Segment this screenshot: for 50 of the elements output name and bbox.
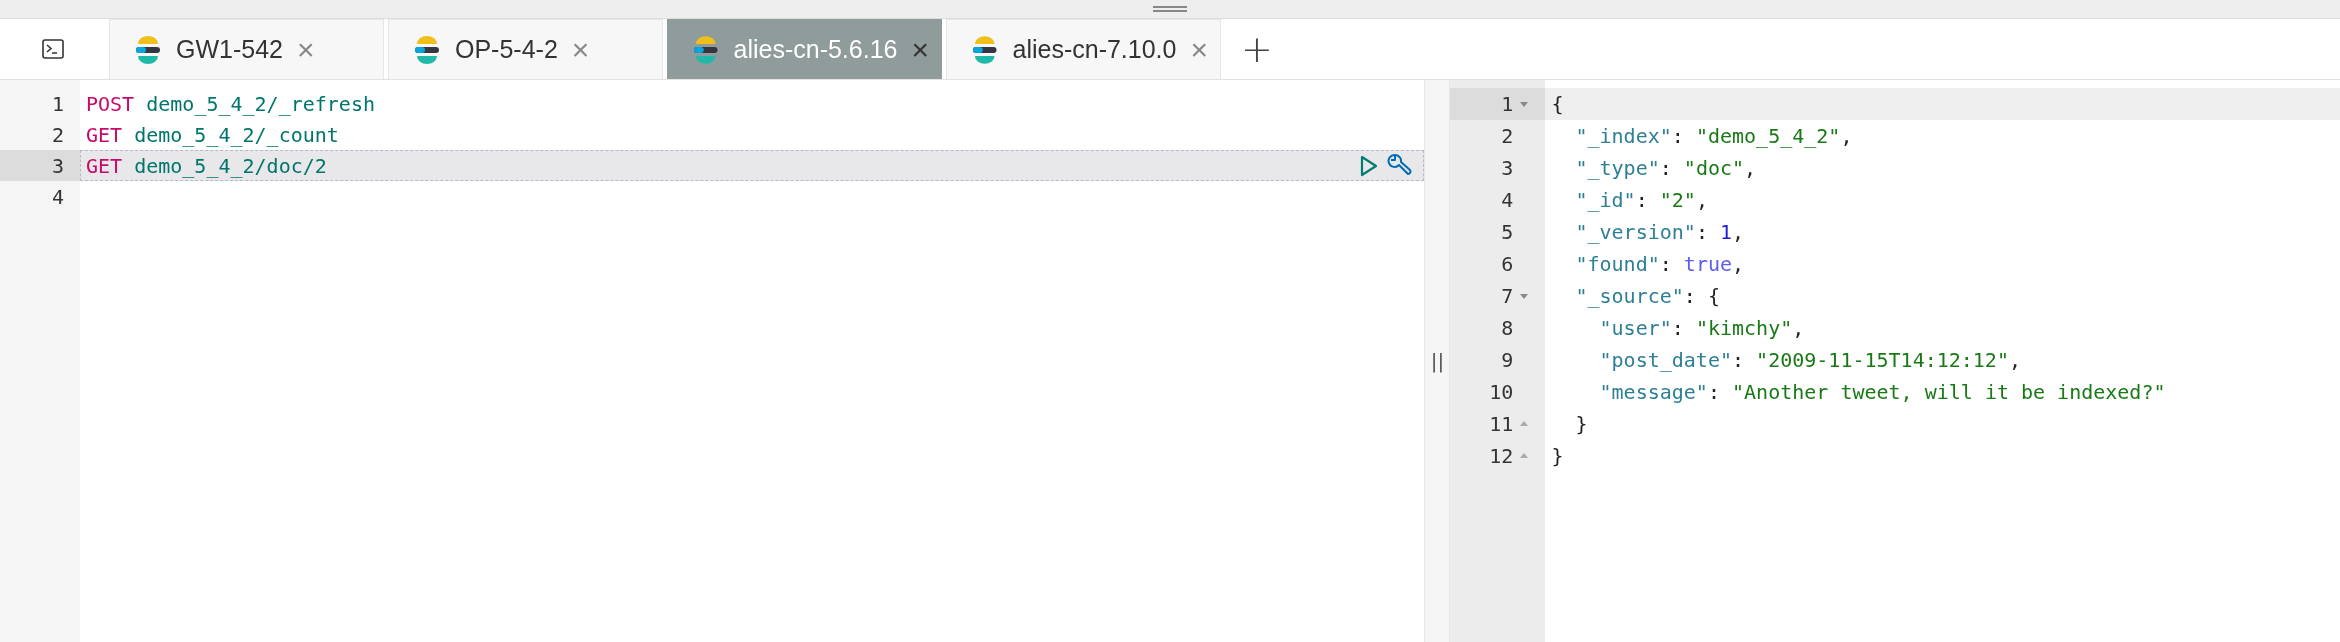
play-icon[interactable] — [1360, 154, 1379, 177]
line-number: 2 — [1501, 124, 1514, 148]
line-number: 7 — [1501, 284, 1514, 308]
terminal-icon — [41, 39, 64, 59]
line-number: 10 — [1489, 380, 1514, 404]
code-line: GET demo_5_4_2/_count — [86, 122, 339, 147]
code-line: "_id": "2", — [1574, 188, 1708, 212]
stack-logo-icon — [971, 35, 999, 64]
code-line: "message": "Another tweet, will it be indexed?" — [1598, 380, 2166, 404]
line-number: 4 — [51, 184, 64, 209]
drag-handle[interactable] — [1153, 6, 1187, 12]
line-number: 8 — [1501, 316, 1514, 340]
request-editor[interactable]: 1 2 3 4 POST demo_5_4_2/_refresh GET demo_5_4_2/_count GET demo_5_4_2/doc/2 — [0, 80, 1425, 642]
code-line: } — [1574, 412, 1588, 436]
fold-caret-icon[interactable] — [1519, 292, 1530, 300]
code-line: GET demo_5_4_2/doc/2 — [86, 153, 327, 178]
tab[interactable]: OP-5-4-2 × — [388, 19, 663, 79]
close-icon[interactable]: × — [911, 32, 929, 67]
code-line: } — [1551, 444, 1564, 468]
line-number: 6 — [1501, 252, 1514, 276]
unfold-caret-icon[interactable] — [1519, 452, 1530, 460]
code-line: "_type": "doc", — [1574, 156, 1757, 180]
line-number: 11 — [1489, 412, 1514, 436]
tab[interactable]: alies-cn-5.6.16 × — [667, 19, 942, 79]
code-line: { — [1551, 92, 1564, 116]
code-line: "_index": "demo_5_4_2", — [1574, 124, 1853, 148]
stack-logo-icon — [413, 35, 441, 64]
line-number: 3 — [1501, 156, 1514, 180]
line-number: 1 — [1501, 92, 1514, 116]
code-line: "found": true, — [1574, 252, 1745, 276]
line-number: 5 — [1501, 220, 1514, 244]
code-line: "_version": 1, — [1574, 220, 1745, 244]
pane-splitter[interactable]: || — [1424, 80, 1451, 642]
line-number: 4 — [1501, 188, 1514, 212]
stack-logo-icon — [134, 35, 162, 64]
code-line: "_source": { — [1574, 284, 1720, 308]
line-number: 12 — [1489, 444, 1514, 468]
fold-caret-icon[interactable] — [1519, 100, 1530, 108]
line-number: 9 — [1501, 348, 1514, 372]
tab[interactable]: GW1-542 × — [109, 19, 384, 79]
code-line: "user": "kimchy", — [1598, 316, 1805, 340]
unfold-caret-icon[interactable] — [1519, 420, 1530, 428]
line-number: 1 — [51, 91, 64, 116]
stack-logo-icon — [692, 35, 720, 64]
code-line: "post_date": "2009-11-15T14:12:12", — [1598, 348, 2021, 372]
line-number: 3 — [51, 153, 64, 178]
code-line: POST demo_5_4_2/_refresh — [86, 91, 375, 116]
line-number: 2 — [51, 122, 64, 147]
splitter-grip[interactable]: || — [1430, 349, 1445, 373]
tab[interactable]: alies-cn-7.10.0 × — [946, 19, 1221, 79]
